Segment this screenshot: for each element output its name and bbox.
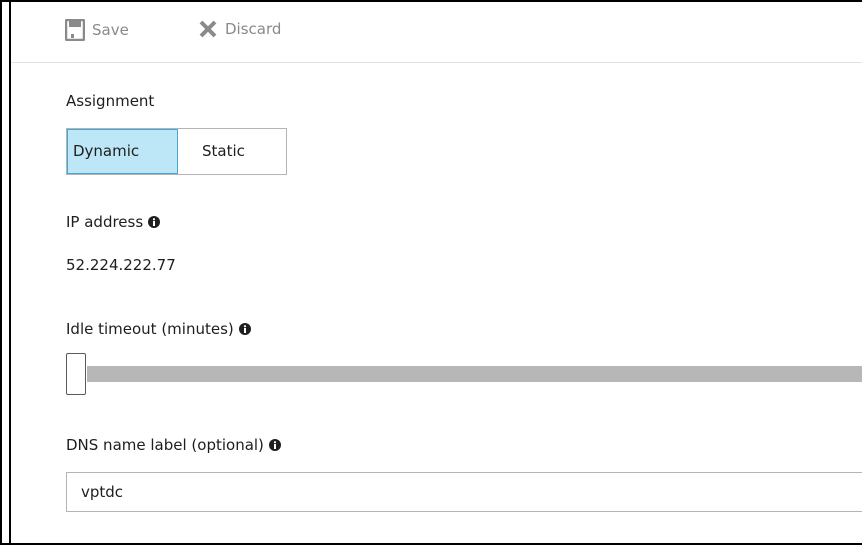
idle-timeout-label: Idle timeout (minutes)	[66, 320, 251, 338]
discard-label: Discard	[225, 20, 282, 38]
assignment-option-static[interactable]: Static	[178, 129, 286, 174]
blade-edge	[9, 0, 11, 545]
close-x-icon	[198, 19, 218, 39]
save-label: Save	[92, 21, 129, 39]
ip-address-label-text: IP address	[66, 213, 144, 231]
info-circle-icon[interactable]	[238, 323, 251, 335]
idle-timeout-slider-track[interactable]	[87, 366, 862, 382]
dns-label-label: DNS name label (optional)	[66, 436, 281, 454]
save-button[interactable]: Save	[65, 19, 129, 41]
dns-label-label-text: DNS name label (optional)	[66, 436, 264, 454]
ip-address-value: 52.224.222.77	[66, 256, 176, 274]
command-toolbar: Save Discard	[11, 2, 862, 63]
assignment-label-text: Assignment	[66, 92, 155, 110]
info-circle-icon[interactable]	[268, 439, 281, 451]
discard-button[interactable]: Discard	[198, 19, 281, 39]
assignment-option-dynamic[interactable]: Dynamic	[67, 129, 178, 174]
idle-timeout-label-text: Idle timeout (minutes)	[66, 320, 234, 338]
floppy-disk-icon	[65, 19, 85, 41]
ip-address-label: IP address	[66, 213, 161, 231]
idle-timeout-slider-thumb[interactable]	[66, 353, 86, 395]
dns-name-label-input[interactable]	[66, 472, 862, 512]
assignment-toggle: Dynamic Static	[66, 128, 287, 175]
info-circle-icon[interactable]	[148, 216, 161, 228]
assignment-label: Assignment	[66, 92, 154, 110]
